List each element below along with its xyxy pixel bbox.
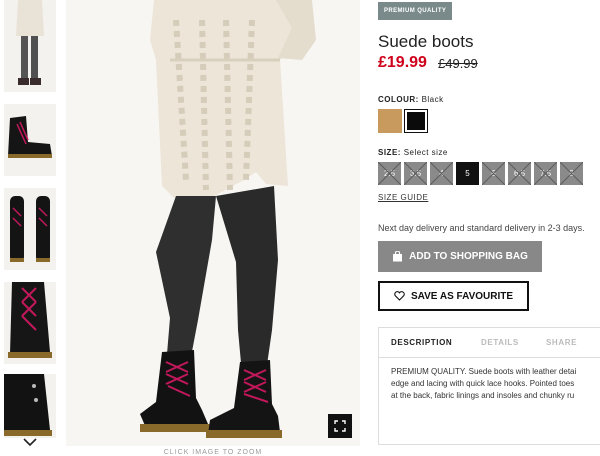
thumbnail-5-image bbox=[4, 374, 56, 438]
thumbnail-1[interactable] bbox=[4, 0, 56, 92]
thumbnail-4[interactable] bbox=[4, 282, 56, 364]
size-option-3-5[interactable]: 3.5 bbox=[404, 162, 427, 185]
thumbnail-2[interactable] bbox=[4, 104, 56, 176]
description-tabs: DESCRIPTION DETAILS SHARE bbox=[379, 328, 600, 358]
add-to-bag-label: ADD TO SHOPPING BAG bbox=[409, 251, 528, 262]
size-selector: 2.5 3.5 4 5 6 6.5 7.5 8 bbox=[378, 162, 600, 186]
thumbnail-4-image bbox=[4, 282, 56, 364]
thumbnail-5[interactable] bbox=[4, 374, 56, 438]
expand-icon bbox=[334, 420, 346, 432]
description-panel: DESCRIPTION DETAILS SHARE PREMIUM QUALIT… bbox=[378, 327, 600, 445]
product-title: Suede boots bbox=[378, 32, 474, 51]
size-label: SIZE: Select size bbox=[378, 148, 448, 157]
description-line: edge and lacing with quick lace hooks. P… bbox=[391, 379, 575, 388]
save-favourite-label: SAVE AS FAVOURITE bbox=[410, 290, 514, 302]
size-label-title: SIZE: bbox=[378, 148, 401, 157]
tab-description[interactable]: DESCRIPTION bbox=[391, 338, 452, 347]
size-option-7-5[interactable]: 7.5 bbox=[534, 162, 557, 185]
size-option-5[interactable]: 5 bbox=[456, 162, 479, 185]
size-placeholder: Select size bbox=[403, 148, 448, 157]
thumbnail-3[interactable] bbox=[4, 188, 56, 270]
delivery-info: Next day delivery and standard delivery … bbox=[378, 223, 585, 233]
colour-label-title: COLOUR: bbox=[378, 95, 419, 104]
expand-button[interactable] bbox=[328, 414, 352, 438]
main-product-image[interactable] bbox=[66, 0, 360, 446]
description-line: at the back, fabric linings and insoles … bbox=[391, 391, 575, 400]
heart-icon bbox=[394, 291, 405, 301]
premium-quality-badge: PREMIUM QUALITY bbox=[378, 2, 453, 20]
size-option-4[interactable]: 4 bbox=[430, 162, 453, 185]
description-line: PREMIUM QUALITY. Suede boots with leathe… bbox=[391, 367, 577, 376]
thumbnail-2-image bbox=[4, 104, 56, 176]
zoom-caption: CLICK IMAGE TO ZOOM bbox=[163, 449, 263, 456]
size-option-6[interactable]: 6 bbox=[482, 162, 505, 185]
add-to-bag-button[interactable]: ADD TO SHOPPING BAG bbox=[378, 241, 542, 272]
chevron-down-icon[interactable] bbox=[22, 436, 38, 448]
product-info: PREMIUM QUALITY Suede boots £19.99 £49.9… bbox=[378, 0, 600, 456]
model-photo bbox=[66, 0, 360, 446]
swatch-black[interactable] bbox=[404, 109, 428, 133]
save-favourite-button[interactable]: SAVE AS FAVOURITE bbox=[378, 281, 529, 311]
colour-selected: Black bbox=[421, 95, 444, 104]
size-option-6-5[interactable]: 6.5 bbox=[508, 162, 531, 185]
tab-details[interactable]: DETAILS bbox=[481, 338, 519, 347]
tab-share[interactable]: SHARE bbox=[546, 338, 577, 347]
swatch-tan[interactable] bbox=[378, 109, 402, 133]
thumbnail-3-image bbox=[4, 188, 56, 270]
colour-label: COLOUR: Black bbox=[378, 95, 444, 104]
size-guide-link[interactable]: SIZE GUIDE bbox=[378, 193, 428, 202]
shopping-bag-icon bbox=[393, 251, 403, 262]
swatch-black-fill bbox=[407, 112, 425, 130]
size-option-2-5[interactable]: 2.5 bbox=[378, 162, 401, 185]
sale-price: £19.99 bbox=[378, 54, 427, 71]
thumbnail-strip bbox=[0, 0, 60, 456]
size-option-8[interactable]: 8 bbox=[560, 162, 583, 185]
original-price: £49.99 bbox=[438, 56, 478, 71]
description-text: PREMIUM QUALITY. Suede boots with leathe… bbox=[391, 366, 600, 402]
thumbnail-1-image bbox=[4, 0, 56, 92]
